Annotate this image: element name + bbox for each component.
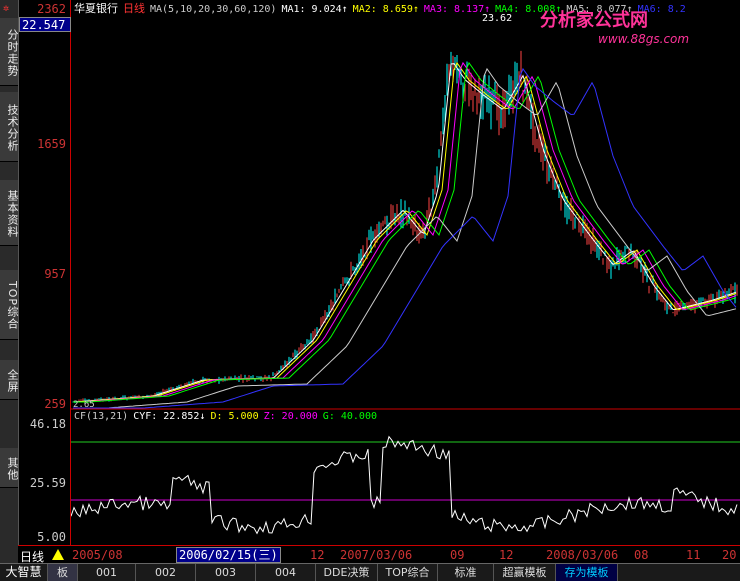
tab-dde[interactable]: DDE决策 [316,564,378,581]
date-label-8: 20 [722,548,737,562]
brand-label: 大智慧 [0,564,48,581]
y-label-2: 1659 [37,137,66,151]
current-price-box: 22.547 [19,17,71,32]
price-axis: 2362 1659 957 259 46.18 25.59 5.00 [18,0,71,545]
ind-label-mid: 25.59 [29,476,66,490]
side-tab-top[interactable]: TOP综合 [0,270,19,340]
indicator-header: CF(13,21) CYF: 22.852↓ D: 5.000 Z: 20.000 G:… [74,411,382,422]
cyf-value: CYF: 22.852↓ [133,411,206,422]
tab-standard[interactable]: 标准 [438,564,494,581]
date-label-4: 12 [499,548,514,562]
logo-icon: ✲ [3,3,10,14]
tab-002[interactable]: 002 [136,564,196,581]
side-tab-intraday[interactable]: 分时走势 [0,18,19,86]
ma2-value: MA2: 8.659↑ [352,4,419,15]
date-label-6: 08 [634,548,649,562]
tab-save-template[interactable]: 存为模板 [556,564,618,581]
ma1-value: MA1: 9.024↑ [281,4,348,15]
moving-averages [72,61,737,409]
low-label: 2.65 [73,400,95,410]
y-label-3: 957 [44,267,66,281]
side-tab-technical[interactable]: 技术分析 [0,92,19,162]
left-sidebar: ✲ 分时走势 技术分析 基本资料 TOP综合 全屏 其他 [0,0,19,580]
date-label-3: 09 [450,548,465,562]
cursor-date: 2006/02/15(三) [176,547,281,563]
d-value: D: 5.000 [210,411,259,422]
ind-label-bottom: 5.00 [37,530,66,544]
ma3-value: MA3: 8.137↑ [423,4,491,15]
side-tab-other[interactable]: 其他 [0,448,19,488]
side-tab-fundamentals[interactable]: 基本资料 [0,180,19,246]
side-tab-fullscreen[interactable]: 全屏 [0,360,19,400]
date-label-7: 11 [686,548,701,562]
g-value: G: 40.000 [322,411,377,422]
tab-001[interactable]: 001 [78,564,136,581]
date-label-0: 2005/08 [72,548,123,562]
y-label-top: 2362 [37,2,66,16]
tab-004[interactable]: 004 [256,564,316,581]
ind-label-top: 46.18 [29,417,66,431]
indicator-title: CF(13,21) [74,411,129,422]
tab-board[interactable]: 板 [48,564,78,581]
bottom-tab-bar: 大智慧 板 001 002 003 004 DDE决策 TOP综合 标准 超赢模… [0,563,740,581]
stock-name: 华夏银行 [74,2,118,15]
kline-chart[interactable]: 23.62 2.65 [71,0,740,545]
tab-003[interactable]: 003 [196,564,256,581]
tab-top[interactable]: TOP综合 [378,564,438,581]
date-label-1: 12 [310,548,325,562]
watermark-url: www.88gs.com [598,32,690,46]
period-label: 日线 [123,2,145,15]
date-label-5: 2008/03/06 [546,548,619,562]
watermark: 分析家公式网 www.88gs.com [540,6,689,46]
date-axis: 日线 2005/08 2006/02/15(三) 12 2007/03/06 0… [18,545,740,564]
candlesticks [72,50,738,404]
z-value: Z: 20.000 [263,411,318,422]
watermark-title: 分析家公式网 [540,10,648,31]
date-label-2: 2007/03/06 [340,548,413,562]
y-label-bottom: 259 [44,397,66,411]
tab-super-template[interactable]: 超赢模板 [494,564,556,581]
cyf-line [71,435,738,535]
ma-params: MA(5,10,20,30,60,120) [150,4,277,15]
triangle-up-icon[interactable] [52,549,64,560]
